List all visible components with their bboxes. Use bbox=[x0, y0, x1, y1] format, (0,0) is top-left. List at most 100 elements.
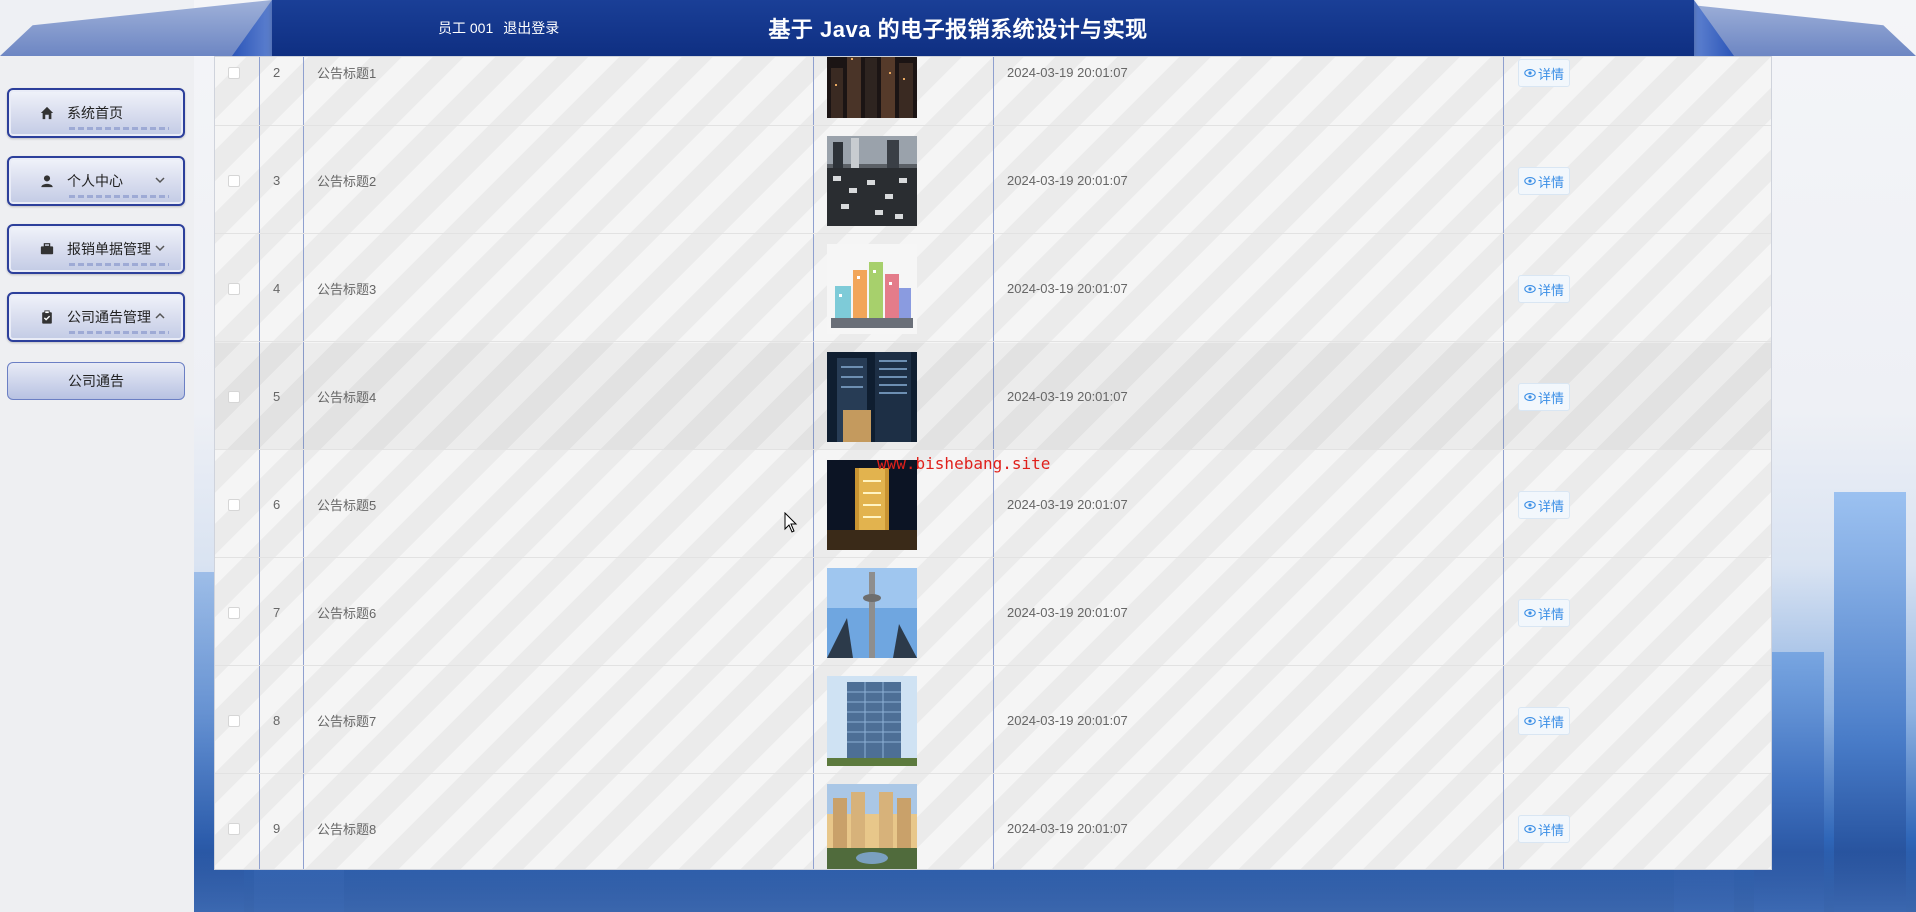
row-checkbox[interactable] bbox=[228, 822, 240, 835]
cn-tower-image bbox=[827, 568, 917, 658]
detail-button[interactable]: 详情 bbox=[1518, 59, 1570, 87]
sidebar: 系统首页 个人中心 报销单据管理 公司通告管理 公司通告 bbox=[0, 56, 194, 912]
cartoon-city-image bbox=[827, 244, 917, 334]
decor-stripes bbox=[69, 331, 169, 334]
row-checkbox[interactable] bbox=[228, 606, 240, 619]
checkbox-cell bbox=[215, 559, 259, 666]
notice-date: 2024-03-19 20:01:07 bbox=[1007, 281, 1128, 296]
row-checkbox[interactable] bbox=[228, 282, 240, 295]
table-row: 9 公告标题8 2024-03-19 20:01:07 详情 bbox=[215, 775, 1771, 869]
detail-button[interactable]: 详情 bbox=[1518, 383, 1570, 411]
notice-thumbnail bbox=[827, 460, 917, 550]
sidebar-item-label: 公司通告管理 bbox=[67, 309, 151, 325]
row-checkbox[interactable] bbox=[228, 498, 240, 511]
glass-office-image bbox=[827, 676, 917, 766]
notice-date: 2024-03-19 20:01:07 bbox=[1007, 173, 1128, 188]
logout-link[interactable]: 退出登录 bbox=[503, 18, 559, 38]
notice-table: 2 公告标题1 2024-03-19 20:01:07 详情 3 公告标题2 2… bbox=[214, 56, 1772, 870]
decor-stripes bbox=[69, 263, 169, 266]
decor-stripes bbox=[69, 127, 169, 130]
row-index: 5 bbox=[273, 389, 281, 404]
office-tower-night-image bbox=[827, 352, 917, 442]
notice-thumbnail bbox=[827, 57, 917, 118]
user-icon bbox=[39, 173, 55, 189]
detail-button[interactable]: 详情 bbox=[1518, 167, 1570, 195]
notice-thumbnail bbox=[827, 244, 917, 334]
detail-button[interactable]: 详情 bbox=[1518, 491, 1570, 519]
eye-icon bbox=[1524, 501, 1536, 509]
notice-date: 2024-03-19 20:01:07 bbox=[1007, 497, 1128, 512]
sidebar-item-expense-management[interactable]: 报销单据管理 bbox=[7, 224, 185, 274]
golden-tower-image bbox=[827, 460, 917, 550]
current-user-label: 员工 001 bbox=[438, 20, 494, 36]
eye-icon bbox=[1524, 69, 1536, 77]
eye-icon bbox=[1524, 717, 1536, 725]
eye-icon bbox=[1524, 285, 1536, 293]
detail-button-label: 详情 bbox=[1537, 282, 1564, 298]
sidebar-item-label: 个人中心 bbox=[67, 173, 123, 189]
checkbox-cell bbox=[215, 775, 259, 869]
row-index: 2 bbox=[273, 65, 281, 80]
row-index: 6 bbox=[273, 497, 281, 512]
table-row: 7 公告标题6 2024-03-19 20:01:07 详情 bbox=[215, 559, 1771, 666]
row-checkbox[interactable] bbox=[228, 174, 240, 187]
chevron-up-icon bbox=[155, 308, 165, 319]
detail-button-label: 详情 bbox=[1537, 174, 1564, 190]
sidebar-item-label: 系统首页 bbox=[67, 105, 123, 121]
table-row: 4 公告标题3 2024-03-19 20:01:07 详情 bbox=[215, 235, 1771, 342]
table-row: 3 公告标题2 2024-03-19 20:01:07 详情 bbox=[215, 127, 1771, 234]
eye-icon bbox=[1524, 393, 1536, 401]
detail-button[interactable]: 详情 bbox=[1518, 815, 1570, 843]
notice-title: 公告标题6 bbox=[317, 606, 377, 621]
header-wing-left bbox=[0, 0, 272, 56]
dense-city-street-image bbox=[827, 136, 917, 226]
sidebar-item-personal-center[interactable]: 个人中心 bbox=[7, 156, 185, 206]
notice-title: 公告标题5 bbox=[317, 498, 377, 513]
detail-button[interactable]: 详情 bbox=[1518, 707, 1570, 735]
sidebar-subitem-company-notice[interactable]: 公司通告 bbox=[7, 362, 185, 400]
clipboard-icon bbox=[39, 309, 55, 325]
eye-icon bbox=[1524, 177, 1536, 185]
chevron-down-icon bbox=[155, 240, 165, 252]
notice-date: 2024-03-19 20:01:07 bbox=[1007, 389, 1128, 404]
user-info: 员工 001 退出登录 bbox=[438, 18, 559, 38]
checkbox-cell bbox=[215, 57, 259, 126]
detail-button-label: 详情 bbox=[1537, 606, 1564, 622]
detail-button-label: 详情 bbox=[1537, 822, 1564, 838]
eye-icon bbox=[1524, 825, 1536, 833]
background-building bbox=[1834, 492, 1906, 912]
sidebar-item-notice-management[interactable]: 公司通告管理 bbox=[7, 292, 185, 342]
row-index: 9 bbox=[273, 821, 281, 836]
notice-thumbnail bbox=[827, 136, 917, 226]
detail-button[interactable]: 详情 bbox=[1518, 275, 1570, 303]
row-checkbox[interactable] bbox=[228, 390, 240, 403]
notice-date: 2024-03-19 20:01:07 bbox=[1007, 713, 1128, 728]
top-header: 员工 001 退出登录 基于 Java 的电子报销系统设计与实现 bbox=[0, 0, 1916, 56]
decor-stripes bbox=[69, 195, 169, 198]
row-checkbox[interactable] bbox=[228, 66, 240, 79]
residential-complex-image bbox=[827, 784, 917, 869]
checkbox-cell bbox=[215, 667, 259, 774]
notice-title: 公告标题1 bbox=[317, 66, 377, 81]
detail-button-label: 详情 bbox=[1537, 714, 1564, 730]
sidebar-item-home[interactable]: 系统首页 bbox=[7, 88, 185, 138]
detail-button-label: 详情 bbox=[1537, 390, 1564, 406]
checkbox-cell bbox=[215, 451, 259, 558]
row-index: 7 bbox=[273, 605, 281, 620]
checkbox-cell bbox=[215, 127, 259, 234]
notice-date: 2024-03-19 20:01:07 bbox=[1007, 821, 1128, 836]
detail-button[interactable]: 详情 bbox=[1518, 599, 1570, 627]
table-row: 8 公告标题7 2024-03-19 20:01:07 详情 bbox=[215, 667, 1771, 774]
notice-thumbnail bbox=[827, 568, 917, 658]
notice-thumbnail bbox=[827, 784, 917, 869]
table-row: 2 公告标题1 2024-03-19 20:01:07 详情 bbox=[215, 57, 1771, 126]
table-row: 6 公告标题5 2024-03-19 20:01:07 详情 bbox=[215, 451, 1771, 558]
table-row: 5 公告标题4 2024-03-19 20:01:07 详情 bbox=[215, 343, 1771, 450]
briefcase-icon bbox=[39, 241, 55, 257]
row-checkbox[interactable] bbox=[228, 714, 240, 727]
notice-thumbnail bbox=[827, 352, 917, 442]
chevron-down-icon bbox=[155, 172, 165, 184]
row-index: 3 bbox=[273, 173, 281, 188]
sidebar-item-label: 报销单据管理 bbox=[67, 241, 151, 257]
detail-button-label: 详情 bbox=[1537, 498, 1564, 514]
